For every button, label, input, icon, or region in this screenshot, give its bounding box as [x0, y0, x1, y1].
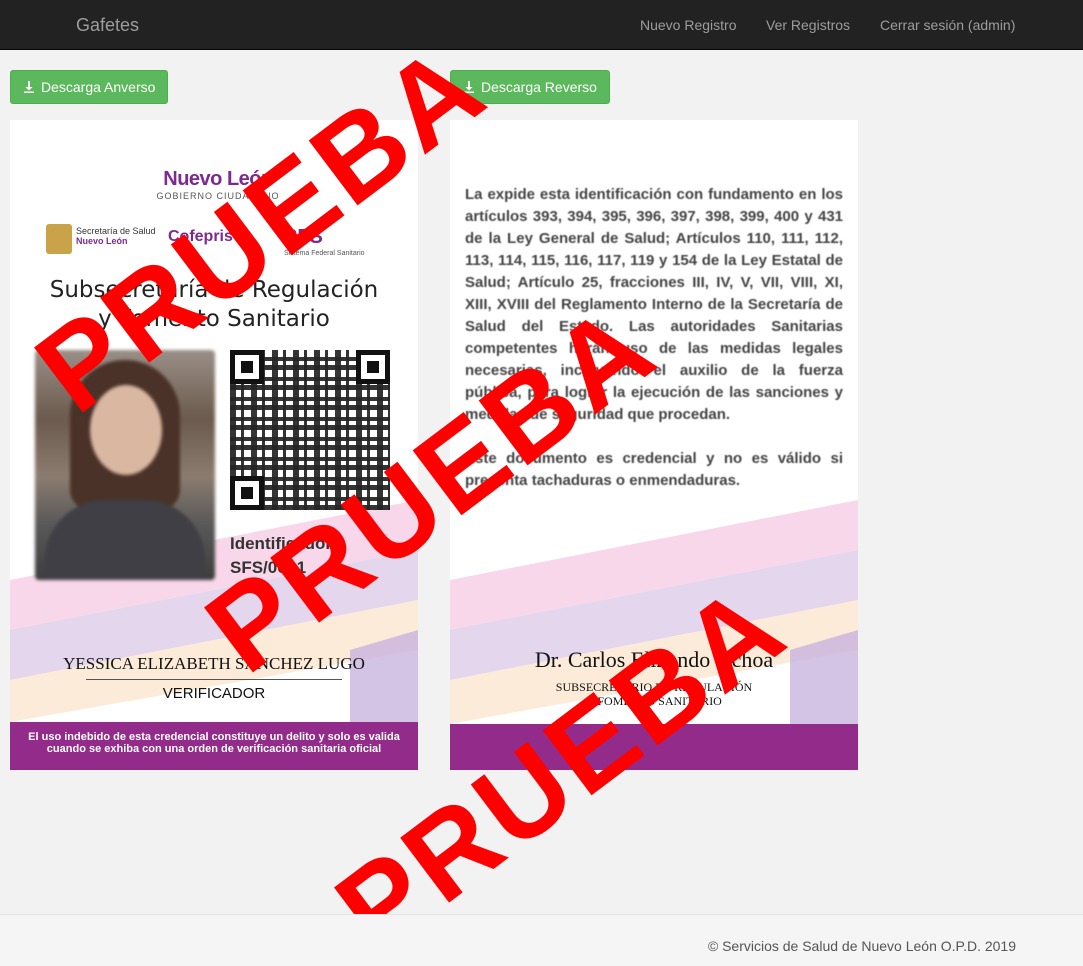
download-back-label: Descarga Reverso — [481, 79, 597, 95]
legal-warning-line2: cuando se exhiba con una orden de verifi… — [46, 743, 382, 755]
nav-logout[interactable]: Cerrar sesión (admin) — [880, 17, 1015, 33]
navbar: Gafetes Nuevo Registro Ver Registros Cer… — [0, 0, 1083, 50]
legal-warning-line1: El uso indebido de esta credencial const… — [28, 731, 400, 743]
person-name: YESSICA ELIZABETH SÁNCHEZ LUGO — [63, 654, 365, 673]
person-role: VERIFICADOR — [162, 685, 266, 702]
download-front-button[interactable]: Descarga Anverso — [10, 70, 169, 104]
brand-link[interactable]: Gafetes — [76, 15, 139, 36]
footer-copyright: © Servicios de Salud de Nuevo León O.P.D… — [707, 938, 1016, 954]
download-icon — [24, 81, 34, 93]
download-front-label: Descarga Anverso — [41, 79, 156, 95]
footer: © Servicios de Salud de Nuevo León O.P.D… — [0, 914, 1083, 966]
state-seal-icon — [46, 224, 72, 254]
nav-view-records[interactable]: Ver Registros — [766, 17, 850, 33]
legal-warning-bar: El uso indebido de esta credencial const… — [10, 722, 418, 770]
name-divider — [86, 679, 342, 680]
nav-new-record[interactable]: Nuevo Registro — [640, 17, 737, 33]
